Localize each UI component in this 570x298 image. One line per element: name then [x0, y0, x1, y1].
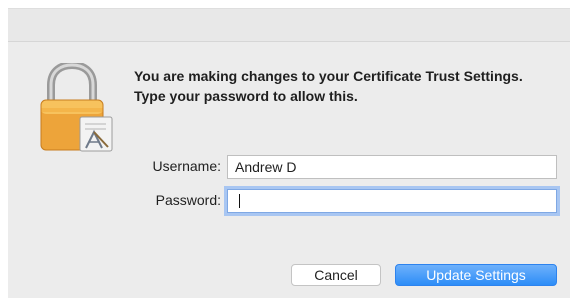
- lock-with-certificate-icon: [38, 60, 122, 153]
- username-field[interactable]: Andrew D: [227, 155, 557, 179]
- username-value: Andrew D: [235, 159, 297, 175]
- password-field[interactable]: [227, 189, 557, 213]
- cancel-button[interactable]: Cancel: [291, 264, 381, 286]
- username-label: Username:: [152, 158, 221, 174]
- update-settings-button[interactable]: Update Settings: [395, 264, 557, 286]
- window-titlebar: [8, 9, 570, 42]
- text-caret: [239, 194, 240, 208]
- password-label: Password:: [155, 192, 221, 208]
- dialog-message: You are making changes to your Certifica…: [134, 68, 523, 104]
- authorization-dialog: You are making changes to your Certifica…: [8, 8, 570, 298]
